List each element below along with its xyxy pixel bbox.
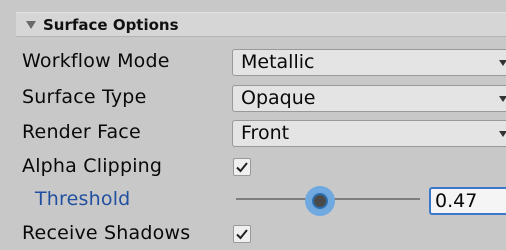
surface-type-value: Opaque [241,87,316,109]
workflow-mode-label: Workflow Mode [22,50,170,72]
checkmark-icon [236,229,248,240]
dropdown-arrow-icon [499,96,506,102]
threshold-slider-knob[interactable] [305,186,335,216]
alpha-clipping-row: Alpha Clipping [0,151,506,183]
surface-type-dropdown[interactable]: Opaque [232,85,506,112]
workflow-mode-dropdown[interactable]: Metallic [232,49,506,76]
threshold-label: Threshold [35,188,131,210]
alpha-clipping-checkbox[interactable] [233,158,251,176]
alpha-clipping-label: Alpha Clipping [22,155,163,177]
receive-shadows-checkbox[interactable] [233,225,251,243]
workflow-mode-value: Metallic [241,51,315,73]
slider-knob-center [312,193,328,209]
render-face-row: Render Face Front [0,117,506,149]
surface-type-row: Surface Type Opaque [0,82,506,114]
workflow-mode-row: Workflow Mode Metallic [0,46,506,78]
receive-shadows-row: Receive Shadows [0,218,506,250]
surface-options-foldout-header[interactable]: Surface Options [16,12,506,37]
section-title: Surface Options [43,16,179,34]
threshold-value-field[interactable]: 0.47 [429,187,506,215]
foldout-expanded-icon[interactable] [26,21,36,29]
threshold-row: Threshold 0.47 [0,184,506,216]
render-face-label: Render Face [22,121,141,143]
render-face-value: Front [241,122,290,144]
render-face-dropdown[interactable]: Front [232,120,506,147]
dropdown-arrow-icon [499,60,506,66]
checkmark-icon [236,162,248,173]
surface-options-panel: Surface Options Workflow Mode Metallic S… [0,0,506,250]
dropdown-arrow-icon [499,131,506,137]
surface-type-label: Surface Type [22,86,147,108]
receive-shadows-label: Receive Shadows [22,222,191,244]
threshold-value: 0.47 [435,190,478,212]
